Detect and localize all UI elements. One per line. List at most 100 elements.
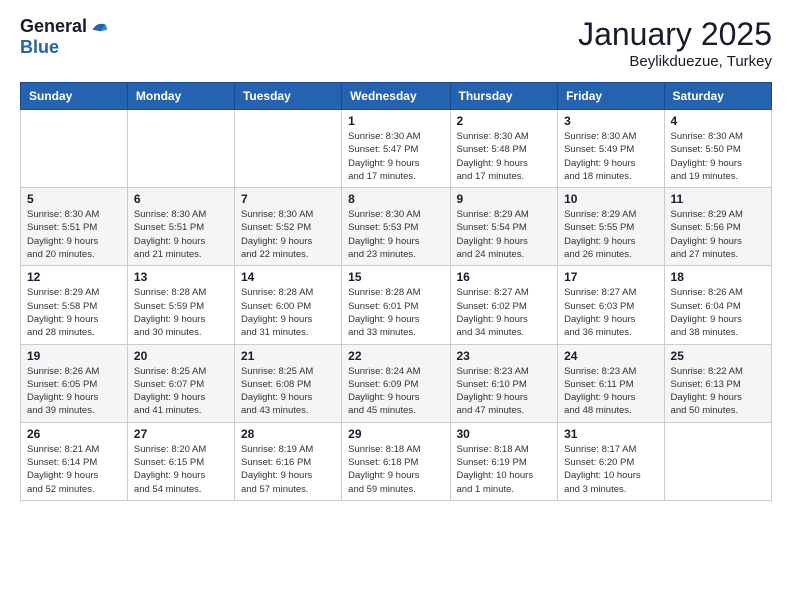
day-info: Sunrise: 8:29 AM Sunset: 5:54 PM Dayligh… [457, 208, 552, 261]
day-info: Sunrise: 8:29 AM Sunset: 5:58 PM Dayligh… [27, 286, 121, 339]
col-saturday: Saturday [664, 83, 771, 110]
calendar-cell: 7 Sunrise: 8:30 AM Sunset: 5:52 PM Daylig… [234, 188, 341, 266]
day-number: 9 [457, 192, 552, 206]
day-info: Sunrise: 8:27 AM Sunset: 6:03 PM Dayligh… [564, 286, 657, 339]
day-info: Sunrise: 8:30 AM Sunset: 5:51 PM Dayligh… [27, 208, 121, 261]
location: Beylikduezue, Turkey [578, 53, 772, 70]
day-number: 17 [564, 270, 657, 284]
logo-blue-text: Blue [20, 38, 109, 58]
day-info: Sunrise: 8:23 AM Sunset: 6:10 PM Dayligh… [457, 365, 552, 418]
calendar-cell: 17 Sunrise: 8:27 AM Sunset: 6:03 PM Dayli… [558, 266, 664, 344]
calendar-cell: 8Sunrise: 8:30 AM Sunset: 5:53 PM Daylig… [342, 188, 450, 266]
title-block: January 2025 Beylikduezue, Turkey [578, 16, 772, 70]
day-number: 6 [134, 192, 228, 206]
calendar-cell [664, 422, 771, 500]
day-info: Sunrise: 8:28 AM Sunset: 6:01 PM Dayligh… [348, 286, 443, 339]
calendar-cell: 28 Sunrise: 8:19 AM Sunset: 6:16 PM Dayli… [234, 422, 341, 500]
calendar-cell: 30 Sunrise: 8:18 AM Sunset: 6:19 PM Dayli… [450, 422, 558, 500]
day-number: 25 [671, 349, 765, 363]
col-monday: Monday [127, 83, 234, 110]
day-number: 21 [241, 349, 335, 363]
calendar-cell: 18 Sunrise: 8:26 AM Sunset: 6:04 PM Dayli… [664, 266, 771, 344]
calendar-cell: 21 Sunrise: 8:25 AM Sunset: 6:08 PM Dayli… [234, 344, 341, 422]
day-number: 18 [671, 270, 765, 284]
day-info: Sunrise: 8:30 AM Sunset: 5:48 PM Dayligh… [457, 130, 552, 183]
day-info: Sunrise: 8:21 AM Sunset: 6:14 PM Dayligh… [27, 443, 121, 496]
day-number: 1 [348, 114, 443, 128]
day-info: Sunrise: 8:24 AM Sunset: 6:09 PM Dayligh… [348, 365, 443, 418]
calendar-cell: 26Sunrise: 8:21 AM Sunset: 6:14 PM Dayli… [21, 422, 128, 500]
logo: General Blue [20, 16, 109, 58]
header: General Blue January 2025 Beylikduezue, … [20, 16, 772, 70]
calendar-cell: 9 Sunrise: 8:29 AM Sunset: 5:54 PM Daylig… [450, 188, 558, 266]
calendar-cell: 25Sunrise: 8:22 AM Sunset: 6:13 PM Dayli… [664, 344, 771, 422]
day-info: Sunrise: 8:28 AM Sunset: 5:59 PM Dayligh… [134, 286, 228, 339]
day-number: 30 [457, 427, 552, 441]
col-wednesday: Wednesday [342, 83, 450, 110]
day-info: Sunrise: 8:17 AM Sunset: 6:20 PM Dayligh… [564, 443, 657, 496]
day-info: Sunrise: 8:18 AM Sunset: 6:19 PM Dayligh… [457, 443, 552, 496]
day-number: 19 [27, 349, 121, 363]
calendar-cell: 16 Sunrise: 8:27 AM Sunset: 6:02 PM Dayli… [450, 266, 558, 344]
day-info: Sunrise: 8:23 AM Sunset: 6:11 PM Dayligh… [564, 365, 657, 418]
day-info: Sunrise: 8:19 AM Sunset: 6:16 PM Dayligh… [241, 443, 335, 496]
page: General Blue January 2025 Beylikduezue, … [0, 0, 792, 517]
calendar-cell: 3 Sunrise: 8:30 AM Sunset: 5:49 PM Daylig… [558, 110, 664, 188]
col-friday: Friday [558, 83, 664, 110]
calendar-cell: 20Sunrise: 8:25 AM Sunset: 6:07 PM Dayli… [127, 344, 234, 422]
day-number: 22 [348, 349, 443, 363]
logo-icon [89, 18, 109, 38]
calendar-cell: 12 Sunrise: 8:29 AM Sunset: 5:58 PM Dayli… [21, 266, 128, 344]
day-number: 13 [134, 270, 228, 284]
calendar-cell: 14Sunrise: 8:28 AM Sunset: 6:00 PM Dayli… [234, 266, 341, 344]
calendar-cell [234, 110, 341, 188]
day-number: 4 [671, 114, 765, 128]
day-info: Sunrise: 8:29 AM Sunset: 5:56 PM Dayligh… [671, 208, 765, 261]
calendar-cell [127, 110, 234, 188]
calendar-cell: 27Sunrise: 8:20 AM Sunset: 6:15 PM Dayli… [127, 422, 234, 500]
week-row-5: 26Sunrise: 8:21 AM Sunset: 6:14 PM Dayli… [21, 422, 772, 500]
day-number: 27 [134, 427, 228, 441]
calendar-cell: 15 Sunrise: 8:28 AM Sunset: 6:01 PM Dayli… [342, 266, 450, 344]
day-number: 15 [348, 270, 443, 284]
calendar-cell: 11 Sunrise: 8:29 AM Sunset: 5:56 PM Dayli… [664, 188, 771, 266]
day-number: 8 [348, 192, 443, 206]
day-number: 20 [134, 349, 228, 363]
day-info: Sunrise: 8:30 AM Sunset: 5:51 PM Dayligh… [134, 208, 228, 261]
day-number: 28 [241, 427, 335, 441]
day-number: 2 [457, 114, 552, 128]
calendar-cell: 2 Sunrise: 8:30 AM Sunset: 5:48 PM Daylig… [450, 110, 558, 188]
calendar-cell: 31Sunrise: 8:17 AM Sunset: 6:20 PM Dayli… [558, 422, 664, 500]
day-info: Sunrise: 8:30 AM Sunset: 5:52 PM Dayligh… [241, 208, 335, 261]
day-info: Sunrise: 8:18 AM Sunset: 6:18 PM Dayligh… [348, 443, 443, 496]
day-number: 11 [671, 192, 765, 206]
day-number: 14 [241, 270, 335, 284]
day-number: 3 [564, 114, 657, 128]
day-info: Sunrise: 8:30 AM Sunset: 5:49 PM Dayligh… [564, 130, 657, 183]
day-number: 10 [564, 192, 657, 206]
calendar-cell: 22 Sunrise: 8:24 AM Sunset: 6:09 PM Dayli… [342, 344, 450, 422]
day-info: Sunrise: 8:26 AM Sunset: 6:04 PM Dayligh… [671, 286, 765, 339]
col-tuesday: Tuesday [234, 83, 341, 110]
day-number: 23 [457, 349, 552, 363]
calendar-cell: 1 Sunrise: 8:30 AM Sunset: 5:47 PM Daylig… [342, 110, 450, 188]
month-title: January 2025 [578, 16, 772, 53]
day-info: Sunrise: 8:26 AM Sunset: 6:05 PM Dayligh… [27, 365, 121, 418]
day-number: 29 [348, 427, 443, 441]
day-number: 16 [457, 270, 552, 284]
col-thursday: Thursday [450, 83, 558, 110]
day-info: Sunrise: 8:30 AM Sunset: 5:47 PM Dayligh… [348, 130, 443, 183]
day-info: Sunrise: 8:27 AM Sunset: 6:02 PM Dayligh… [457, 286, 552, 339]
calendar-cell: 6 Sunrise: 8:30 AM Sunset: 5:51 PM Daylig… [127, 188, 234, 266]
calendar-cell: 4Sunrise: 8:30 AM Sunset: 5:50 PM Daylig… [664, 110, 771, 188]
calendar-cell: 13 Sunrise: 8:28 AM Sunset: 5:59 PM Dayli… [127, 266, 234, 344]
calendar-cell: 29 Sunrise: 8:18 AM Sunset: 6:18 PM Dayli… [342, 422, 450, 500]
calendar-header-row: Sunday Monday Tuesday Wednesday Thursday… [21, 83, 772, 110]
day-info: Sunrise: 8:29 AM Sunset: 5:55 PM Dayligh… [564, 208, 657, 261]
day-info: Sunrise: 8:25 AM Sunset: 6:08 PM Dayligh… [241, 365, 335, 418]
day-number: 12 [27, 270, 121, 284]
calendar-cell: 24Sunrise: 8:23 AM Sunset: 6:11 PM Dayli… [558, 344, 664, 422]
day-number: 7 [241, 192, 335, 206]
calendar-cell: 5Sunrise: 8:30 AM Sunset: 5:51 PM Daylig… [21, 188, 128, 266]
calendar-cell: 19 Sunrise: 8:26 AM Sunset: 6:05 PM Dayli… [21, 344, 128, 422]
